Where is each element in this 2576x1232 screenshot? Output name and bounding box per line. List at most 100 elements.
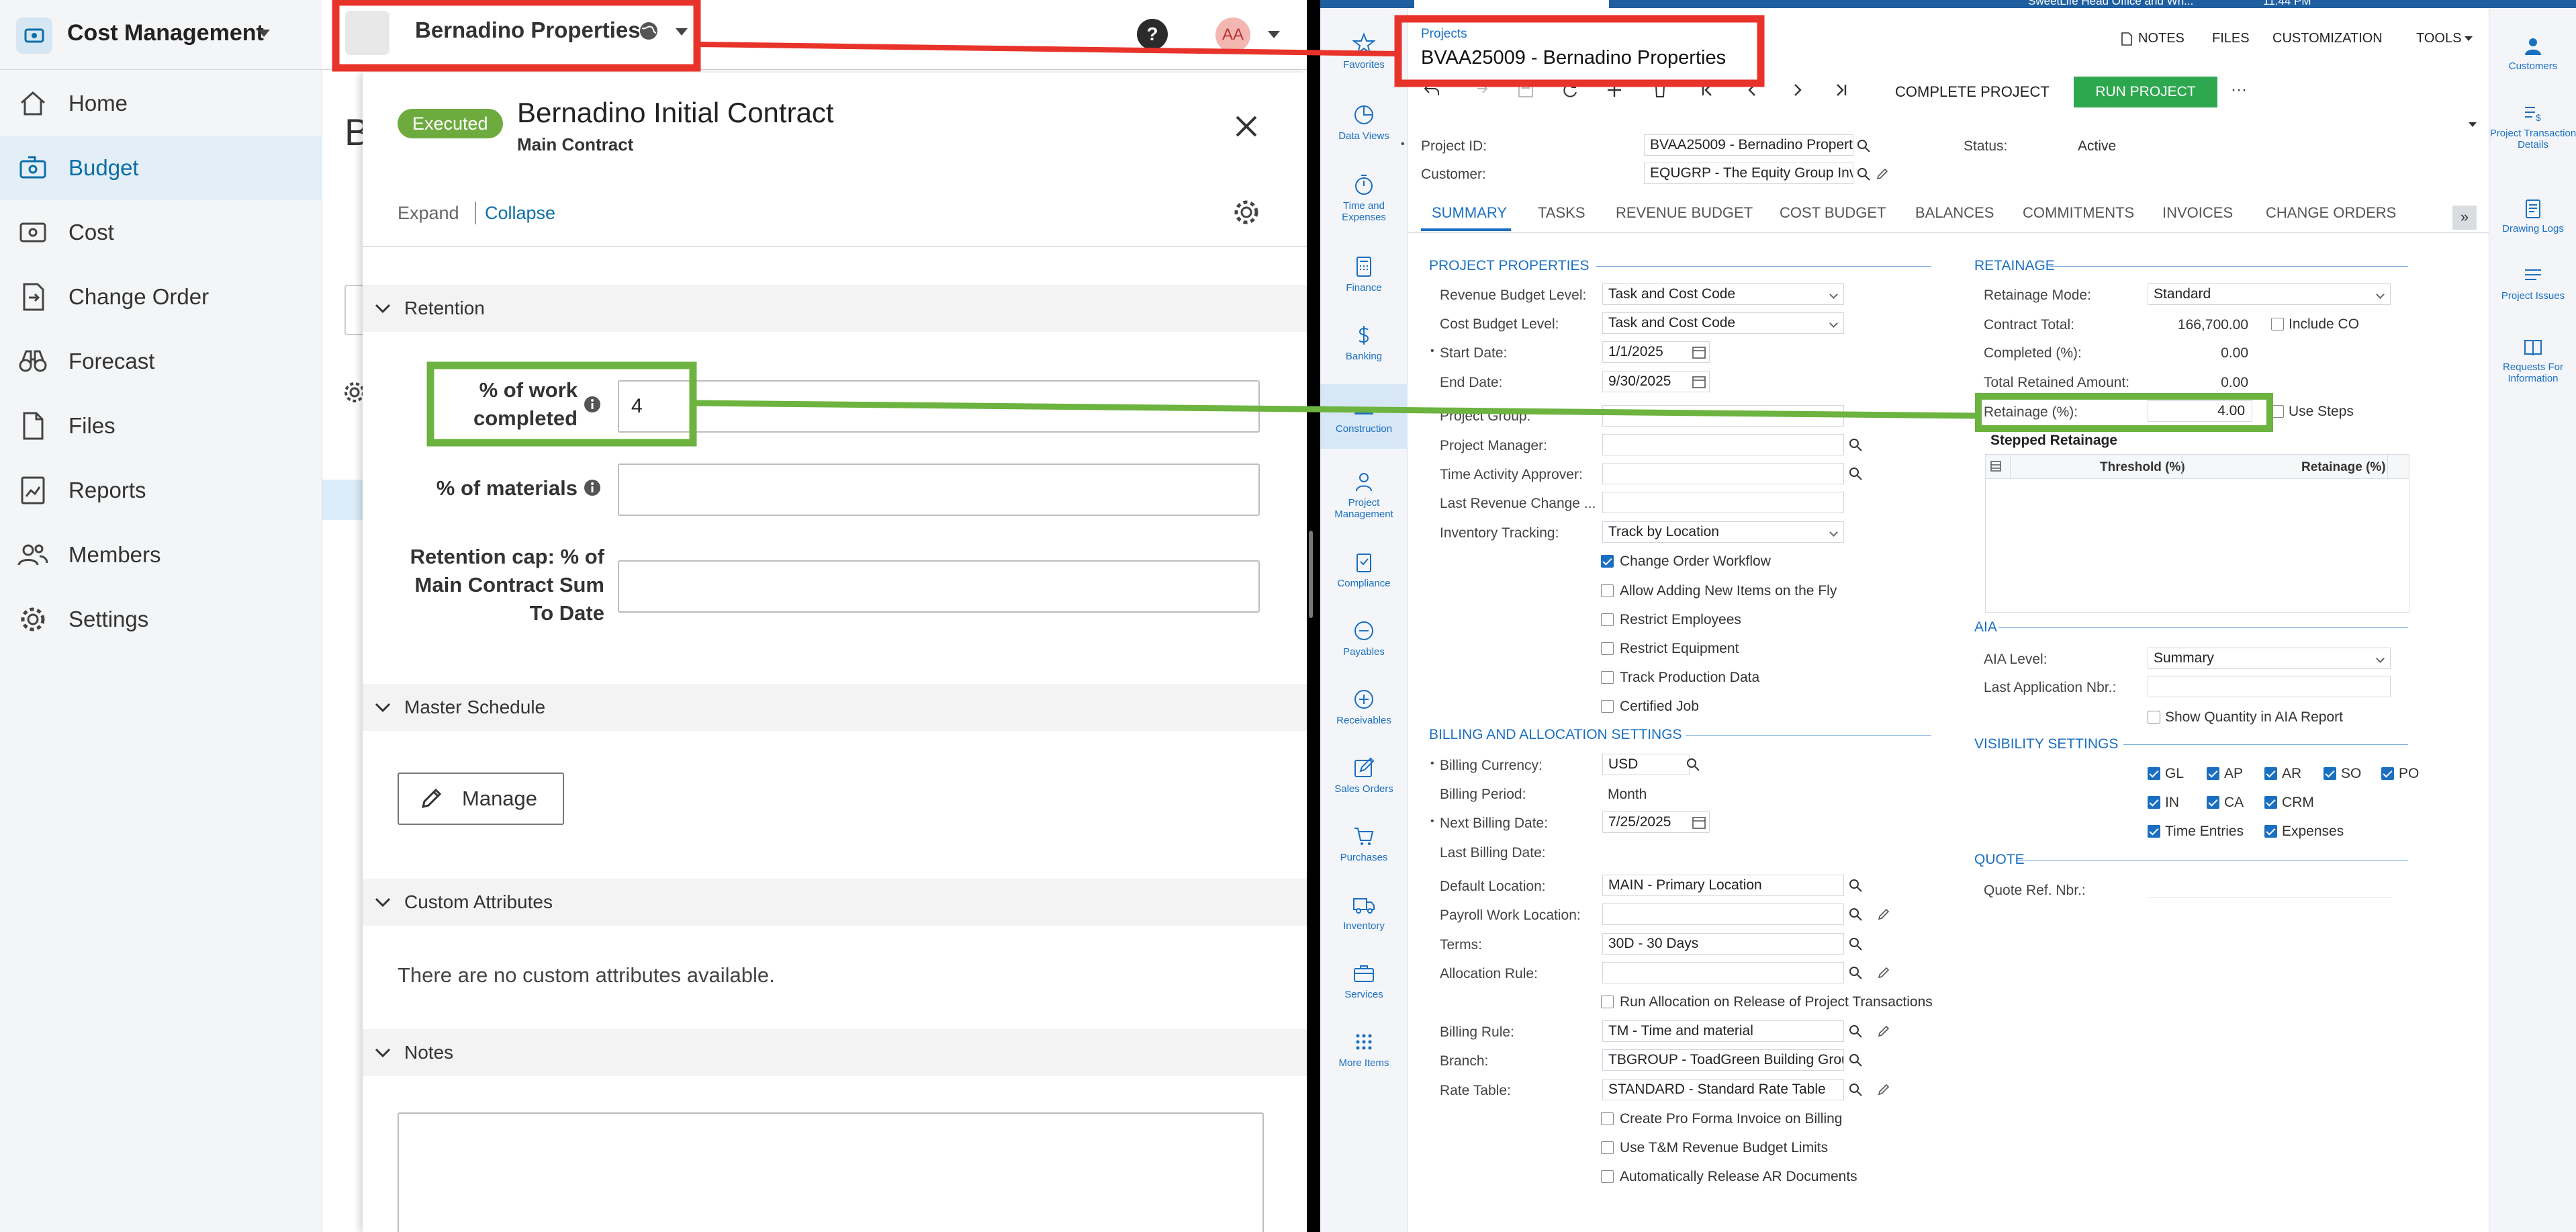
project-manager-input[interactable] (1602, 434, 1844, 455)
visibility-in-checkbox[interactable] (2148, 796, 2160, 809)
customization-button[interactable]: CUSTOMIZATION (2272, 31, 2383, 46)
terms-input[interactable]: 30D - 30 Days (1602, 933, 1844, 955)
project-id-input[interactable]: BVAA25009 - Bernadino Properties (1644, 134, 1853, 156)
retainage-mode-select[interactable]: Standard (2148, 283, 2391, 305)
search-icon[interactable] (1848, 878, 1863, 893)
grid-options-icon[interactable] (1990, 460, 2002, 472)
nav-more-items[interactable]: More Items (1320, 1030, 1408, 1069)
pencil-icon[interactable] (1876, 1082, 1891, 1097)
collapse-link[interactable]: Collapse (485, 203, 555, 224)
related-drawing-logs[interactable]: Drawing Logs (2489, 199, 2576, 234)
tab-cost-budget[interactable]: COST BUDGET (1780, 204, 1886, 222)
pencil-icon[interactable] (1876, 965, 1891, 980)
calendar-icon[interactable] (1692, 815, 1706, 830)
run-billing-button[interactable]: RUN PROJECT BILLING (2074, 77, 2217, 130)
section-notes[interactable]: Notes (363, 1029, 1307, 1076)
allow-new-items-checkbox[interactable] (1601, 584, 1614, 597)
divider-handle[interactable] (1309, 531, 1313, 618)
inventory-tracking-select[interactable]: Track by Location (1602, 521, 1844, 543)
customer-input[interactable]: EQUGRP - The Equity Group Investors (1644, 163, 1853, 184)
gear-icon[interactable] (1232, 197, 1261, 227)
help-icon[interactable]: ? (1137, 19, 1168, 50)
tab-change-orders[interactable]: CHANGE ORDERS (2266, 204, 2396, 222)
breadcrumb[interactable]: Projects (1421, 27, 1467, 42)
cost-budget-level-select[interactable]: Task and Cost Code (1602, 312, 1844, 334)
search-icon[interactable] (1848, 907, 1863, 922)
payroll-work-location-input[interactable] (1602, 904, 1844, 925)
rate-table-input[interactable]: STANDARD - Standard Rate Table (1602, 1079, 1844, 1100)
track-production-data-checkbox[interactable] (1601, 671, 1614, 684)
nav-settings[interactable]: Settings (0, 587, 322, 652)
tab-summary[interactable]: SUMMARY (1432, 204, 1507, 222)
nav-cost[interactable]: Cost (0, 200, 322, 265)
pencil-icon[interactable] (1876, 1024, 1891, 1039)
split-divider[interactable] (1307, 0, 1320, 1232)
include-co-checkbox[interactable] (2271, 318, 2284, 331)
office-selector[interactable]: SweetLife Head Office and Wh... (2028, 0, 2193, 8)
app-switcher[interactable]: Cost Management (0, 0, 322, 70)
visibility-expenses-checkbox[interactable] (2264, 825, 2277, 838)
tab-tasks[interactable]: TASKS (1538, 204, 1585, 222)
billing-currency-input[interactable]: USD (1602, 754, 1690, 775)
tab-revenue-budget[interactable]: REVENUE BUDGET (1616, 204, 1753, 222)
related-customers[interactable]: Customers (2489, 36, 2576, 72)
visibility-time-entries-checkbox[interactable] (2148, 825, 2160, 838)
use-steps-checkbox[interactable] (2271, 405, 2284, 418)
pencil-icon[interactable] (1876, 907, 1891, 922)
user-menu-caret-icon[interactable] (1268, 31, 1280, 38)
delete-icon[interactable] (1651, 81, 1669, 99)
related-project-issues[interactable]: Project Issues (2489, 266, 2576, 302)
search-icon[interactable] (1686, 757, 1700, 772)
nav-construction[interactable]: Construction (1320, 384, 1408, 449)
notes-textarea[interactable] (398, 1112, 1264, 1232)
project-group-input[interactable] (1602, 405, 1844, 427)
create-pro-forma-checkbox[interactable] (1601, 1112, 1614, 1125)
allocation-rule-input[interactable] (1602, 962, 1844, 983)
section-master-schedule[interactable]: Master Schedule (363, 684, 1307, 731)
related-rfi[interactable]: Requests For Information (2489, 337, 2576, 384)
restrict-equipment-checkbox[interactable] (1601, 642, 1614, 655)
nav-purchases[interactable]: Purchases (1320, 825, 1408, 863)
last-application-input[interactable] (2148, 676, 2391, 697)
complete-project-button[interactable]: COMPLETE PROJECT (1895, 83, 2050, 101)
previous-record-icon[interactable] (1743, 81, 1762, 99)
last-record-icon[interactable] (1832, 81, 1851, 99)
certified-job-checkbox[interactable] (1601, 700, 1614, 713)
nav-members[interactable]: Members (0, 523, 322, 587)
restrict-employees-checkbox[interactable] (1601, 613, 1614, 626)
visibility-crm-checkbox[interactable] (2264, 796, 2277, 809)
nav-banking[interactable]: Banking (1320, 324, 1408, 362)
search-icon[interactable] (1848, 1053, 1863, 1067)
nav-forecast[interactable]: Forecast (0, 329, 322, 394)
search-icon[interactable] (1848, 1082, 1863, 1097)
nav-inventory[interactable]: Inventory (1320, 893, 1408, 932)
project-caret-icon[interactable] (676, 28, 688, 36)
notes-button[interactable]: NOTES (2121, 31, 2184, 46)
retention-cap-input[interactable] (618, 560, 1260, 613)
nav-time-expenses[interactable]: Time and Expenses (1320, 173, 1408, 223)
info-icon[interactable] (583, 395, 602, 414)
aia-level-select[interactable]: Summary (2148, 648, 2391, 669)
nav-favorites[interactable]: Favorites (1320, 32, 1408, 71)
nav-data-views[interactable]: Data Views (1320, 103, 1408, 142)
default-location-input[interactable]: MAIN - Primary Location (1602, 875, 1844, 896)
next-record-icon[interactable] (1788, 81, 1806, 99)
nav-sales-orders[interactable]: Sales Orders (1320, 756, 1408, 795)
nav-reports[interactable]: Reports (0, 458, 322, 523)
related-transaction-details[interactable]: $ Project Transaction Details (2489, 103, 2576, 150)
retainage-pct-input[interactable]: 4.00 (2148, 400, 2252, 422)
section-retention[interactable]: Retention (363, 285, 1307, 332)
search-icon[interactable] (1848, 1024, 1863, 1039)
materials-input[interactable] (618, 464, 1260, 516)
nav-budget[interactable]: Budget (0, 136, 322, 200)
more-actions-button[interactable]: ··· (2231, 81, 2247, 99)
pencil-icon[interactable] (1875, 167, 1890, 181)
search-icon[interactable] (1848, 437, 1863, 452)
avatar[interactable]: AA (1215, 17, 1250, 52)
billing-rule-input[interactable]: TM - Time and material (1602, 1020, 1844, 1042)
visibility-gl-checkbox[interactable] (2148, 767, 2160, 780)
tabs-more-icon[interactable]: » (2452, 206, 2477, 230)
visibility-ar-checkbox[interactable] (2264, 767, 2277, 780)
top-search-fragment[interactable] (1414, 0, 1609, 8)
use-tm-limits-checkbox[interactable] (1601, 1141, 1614, 1154)
